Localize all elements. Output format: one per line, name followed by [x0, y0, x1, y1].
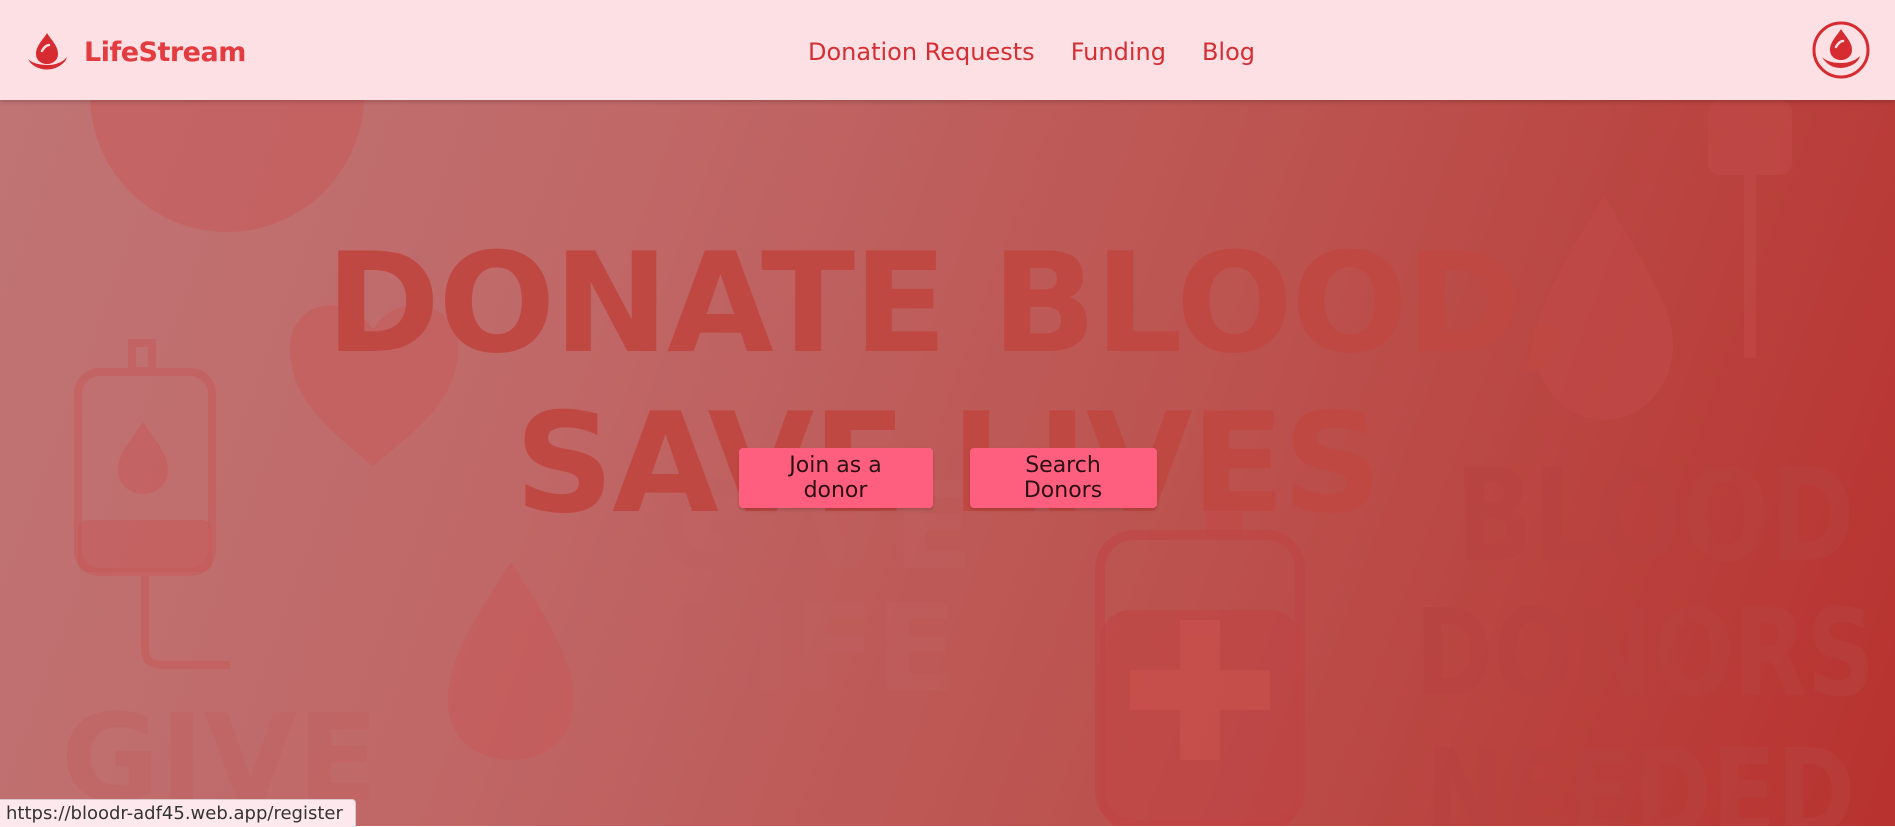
top-navbar: LifeStream Donation Requests Funding Blo…: [0, 0, 1895, 100]
cta-row: Join as a donor Search Donors: [0, 448, 1895, 508]
join-as-donor-button[interactable]: Join as a donor: [738, 448, 933, 508]
nav-link-funding[interactable]: Funding: [1071, 38, 1166, 66]
brand-home-link[interactable]: LifeStream: [22, 27, 246, 77]
bg-text-donors: DONORS: [1415, 585, 1875, 724]
bg-text-needed: NEEDED: [1425, 725, 1855, 826]
bg-text-life: LIFE: [672, 580, 957, 719]
main-nav: Donation Requests Funding Blog: [808, 38, 1255, 66]
blood-drop-icon: [448, 562, 574, 760]
search-donors-button[interactable]: Search Donors: [969, 448, 1157, 508]
hero-section: GIVE LIFE GIVE BLOOD DONORS NEEDED DONAT…: [0, 100, 1895, 826]
headline-line-1: DONATE BLOOD,: [325, 223, 1572, 385]
brand-name: LifeStream: [84, 36, 246, 68]
blood-drop-hand-icon: [28, 33, 67, 70]
link-hover-status-url: https://bloodr-adf45.web.app/register: [0, 799, 356, 827]
bg-circle-shape: [90, 100, 364, 232]
user-avatar-icon[interactable]: [1812, 21, 1870, 79]
nav-link-donation-requests[interactable]: Donation Requests: [808, 38, 1035, 66]
nav-link-blog[interactable]: Blog: [1202, 38, 1255, 66]
